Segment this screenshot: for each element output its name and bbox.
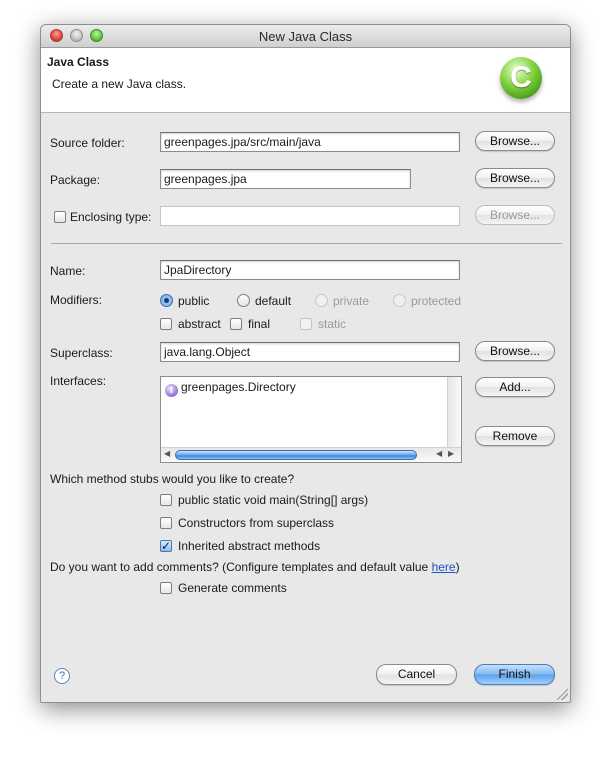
title-bar[interactable]: New Java Class	[41, 25, 570, 48]
modifier-static-label: static	[318, 317, 347, 331]
enclosing-type-field[interactable]	[160, 206, 460, 226]
scroll-left-arrow-icon-2[interactable]: ◀	[436, 449, 442, 458]
package-field[interactable]: greenpages.jpa	[160, 169, 411, 189]
modifier-protected-label: protected	[411, 294, 462, 308]
stub-constructors-checkbox[interactable]	[160, 517, 172, 529]
header-title: Java Class	[47, 55, 110, 69]
package-label: Package:	[50, 173, 101, 187]
name-label: Name:	[50, 264, 86, 278]
stub-constructors-label: Constructors from superclass	[178, 516, 335, 530]
dialog-header: Java Class Create a new Java class. C	[41, 48, 570, 113]
modifier-default-radio[interactable]	[237, 294, 250, 307]
modifier-static-checkbox[interactable]	[300, 318, 312, 330]
section-divider	[51, 243, 562, 244]
interfaces-label: Interfaces:	[50, 374, 107, 388]
stub-main-label: public static void main(String[] args)	[178, 493, 369, 507]
source-folder-field[interactable]: greenpages.jpa/src/main/java	[160, 132, 460, 152]
modifier-public-label: public	[178, 294, 210, 308]
interfaces-list[interactable]: Igreenpages.Directory ◀ ◀ ▶	[160, 376, 462, 463]
modifier-public-radio[interactable]	[160, 294, 173, 307]
configure-templates-link[interactable]: here	[432, 560, 456, 574]
window-title: New Java Class	[258, 29, 353, 44]
enclosing-type-label: Enclosing type:	[70, 210, 152, 224]
comments-question: Do you want to add comments? (Configure …	[50, 560, 460, 574]
generate-comments-label: Generate comments	[178, 581, 287, 595]
java-class-icon: C	[500, 57, 542, 99]
modifiers-label: Modifiers:	[50, 293, 103, 307]
generate-comments-checkbox[interactable]	[160, 582, 172, 594]
modifier-private-radio[interactable]	[315, 294, 328, 307]
modifier-final-checkbox[interactable]	[230, 318, 242, 330]
modifier-abstract-label: abstract	[178, 317, 221, 331]
add-interface-button[interactable]: Add...	[475, 377, 555, 397]
scroll-right-arrow-icon[interactable]: ▶	[448, 449, 454, 458]
modifier-private-label: private	[333, 294, 370, 308]
finish-button[interactable]: Finish	[474, 664, 555, 685]
interface-name: greenpages.Directory	[181, 380, 296, 394]
horizontal-scrollbar[interactable]: ◀ ◀ ▶	[161, 447, 461, 462]
modifier-protected-radio[interactable]	[393, 294, 406, 307]
modifier-default-label: default	[255, 294, 292, 308]
enclosing-type-browse-button[interactable]: Browse...	[475, 205, 555, 225]
superclass-field[interactable]: java.lang.Object	[160, 342, 460, 362]
modifier-final-label: final	[248, 317, 271, 331]
source-folder-label: Source folder:	[50, 136, 125, 150]
source-folder-browse-button[interactable]: Browse...	[475, 131, 555, 151]
package-browse-button[interactable]: Browse...	[475, 168, 555, 188]
stub-inherited-checkbox[interactable]: ✓	[160, 540, 172, 552]
interface-icon: I	[165, 384, 178, 397]
method-stubs-question: Which method stubs would you like to cre…	[50, 472, 295, 486]
stub-main-checkbox[interactable]	[160, 494, 172, 506]
header-description: Create a new Java class.	[52, 77, 187, 91]
enclosing-type-checkbox[interactable]	[54, 211, 66, 223]
list-item[interactable]: Igreenpages.Directory	[165, 379, 296, 397]
help-icon[interactable]: ?	[54, 668, 70, 684]
horizontal-scroll-thumb[interactable]	[175, 450, 417, 460]
superclass-browse-button[interactable]: Browse...	[475, 341, 555, 361]
new-java-class-dialog: New Java Class Java Class Create a new J…	[40, 24, 571, 703]
vertical-scrollbar[interactable]	[447, 377, 461, 448]
remove-interface-button[interactable]: Remove	[475, 426, 555, 446]
comments-question-text: Do you want to add comments? (Configure …	[50, 560, 432, 574]
comments-question-suffix: )	[455, 560, 460, 574]
class-name-field[interactable]: JpaDirectory	[160, 260, 460, 280]
modifier-abstract-checkbox[interactable]	[160, 318, 172, 330]
superclass-label: Superclass:	[50, 346, 113, 360]
resize-grip-icon[interactable]	[556, 688, 568, 700]
scroll-left-arrow-icon[interactable]: ◀	[164, 449, 170, 458]
stub-inherited-label: Inherited abstract methods	[178, 539, 321, 553]
cancel-button[interactable]: Cancel	[376, 664, 457, 685]
